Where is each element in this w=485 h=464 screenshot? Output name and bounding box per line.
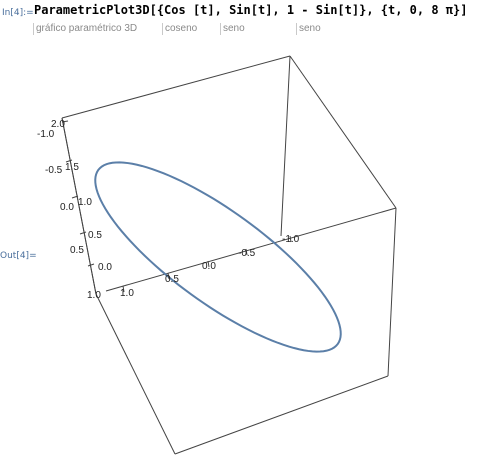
box-edge: [95, 293, 176, 455]
y-tick-label: 0.0: [60, 202, 74, 213]
x-tick-label: -0.5: [238, 248, 256, 259]
box-edge: [387, 207, 397, 377]
y-tick-label: -1.0: [37, 129, 55, 140]
parametric-plot-3d[interactable]: 2.0 1.5 1.0 0.5 0.0 -1.0 -0.5 0.0 0.5 1.…: [0, 0, 485, 464]
box-edge: [61, 55, 291, 119]
box-edge: [174, 375, 389, 455]
z-tick-label: 0.5: [88, 230, 102, 241]
y-tick-label: 1.0: [87, 290, 101, 301]
z-tick-label: 1.5: [65, 162, 79, 173]
axis-ticks: [61, 120, 292, 293]
y-tick-label: -0.5: [45, 165, 63, 176]
box-edge: [280, 55, 291, 237]
parametric-curve: [94, 161, 342, 353]
y-tick-label: 0.5: [70, 245, 84, 256]
x-tick-label: 0.5: [165, 274, 179, 285]
x-tick-label: 0.0: [202, 261, 216, 272]
tick-mark: [79, 231, 87, 235]
z-tick-label: 0.0: [98, 262, 112, 273]
z-tick-label: 1.0: [78, 197, 92, 208]
box-edge: [289, 55, 397, 209]
x-tick-label: 1.0: [120, 288, 134, 299]
x-tick-label: -1.0: [282, 234, 300, 245]
bounding-box: [61, 55, 397, 455]
